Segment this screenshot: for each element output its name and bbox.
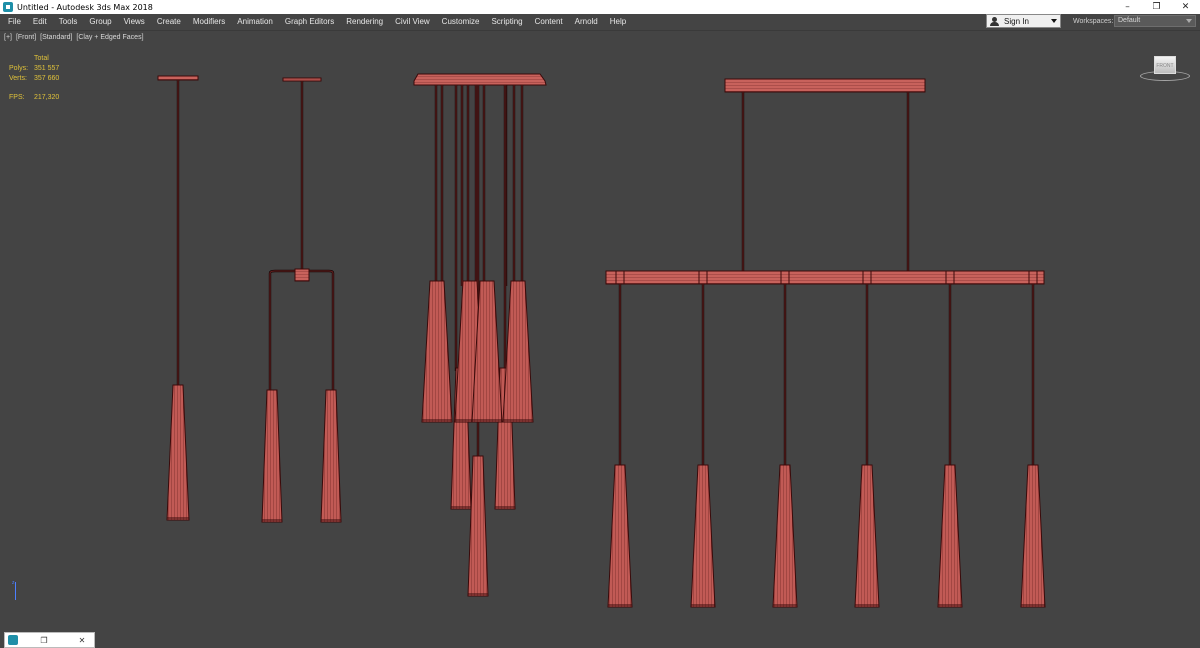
menu-item-civil-view[interactable]: Civil View (389, 14, 436, 29)
fork-arm-highlight (269, 270, 334, 391)
menu-item-create[interactable]: Create (151, 14, 187, 29)
lamp-shade (421, 280, 453, 423)
close-button[interactable]: ✕ (1171, 0, 1200, 14)
lamp-shade (502, 280, 534, 423)
menu-item-content[interactable]: Content (529, 14, 569, 29)
lamp-shade (467, 455, 489, 597)
viewcube-front-face[interactable]: FRONT (1154, 56, 1176, 74)
linear-bar (605, 270, 1045, 285)
title-bar: Untitled - Autodesk 3ds Max 2018 – ❐ ✕ (0, 0, 1200, 14)
canopy (413, 73, 547, 86)
viewcube[interactable]: FRONT (1140, 51, 1190, 83)
menu-item-scripting[interactable]: Scripting (485, 14, 528, 29)
lamp-shade (166, 384, 190, 521)
menu-item-edit[interactable]: Edit (27, 14, 53, 29)
axis-tripod: z (9, 580, 23, 602)
app-logo-icon (3, 2, 13, 12)
restore-button[interactable]: ❐ (32, 636, 56, 645)
lamp-shade (854, 464, 880, 608)
menu-item-file[interactable]: File (2, 14, 27, 29)
workspace-value: Default (1118, 17, 1141, 24)
chevron-down-icon (1051, 19, 1057, 23)
lamp-shade (261, 389, 283, 523)
scene-geometry (157, 73, 1046, 608)
lamp-shade (320, 389, 342, 523)
menu-item-tools[interactable]: Tools (53, 14, 84, 29)
menu-item-rendering[interactable]: Rendering (340, 14, 389, 29)
minimized-panel[interactable]: ❐ ✕ (4, 632, 95, 648)
window-controls: – ❐ ✕ (1113, 0, 1200, 14)
app-logo-icon (8, 635, 18, 645)
chevron-down-icon (1186, 19, 1192, 23)
sign-in-dropdown[interactable]: Sign In (986, 14, 1061, 28)
menu-item-arnold[interactable]: Arnold (569, 14, 604, 29)
menu-item-graph-editors[interactable]: Graph Editors (279, 14, 340, 29)
menu-item-group[interactable]: Group (83, 14, 117, 29)
lamp-shade (607, 464, 633, 608)
canopy (282, 77, 322, 82)
restore-button[interactable]: ❐ (1142, 0, 1171, 14)
minimize-button[interactable]: – (1113, 0, 1142, 14)
menu-item-help[interactable]: Help (604, 14, 632, 29)
menu-item-views[interactable]: Views (118, 14, 151, 29)
menu-item-customize[interactable]: Customize (436, 14, 486, 29)
z-axis-line (15, 582, 16, 600)
menu-item-animation[interactable]: Animation (231, 14, 279, 29)
menu-item-modifiers[interactable]: Modifiers (187, 14, 231, 29)
workspace-select[interactable]: Default (1114, 15, 1196, 27)
window-title: Untitled - Autodesk 3ds Max 2018 (17, 2, 153, 12)
canopy (157, 75, 199, 81)
front-viewport[interactable]: [+] [Front] [Standard] [Clay + Edged Fac… (0, 30, 1200, 648)
close-button[interactable]: ✕ (70, 636, 94, 645)
fork-joint (294, 268, 310, 282)
lamp-shade (1020, 464, 1046, 608)
viewcube-face-label: FRONT (1156, 63, 1174, 69)
z-axis-label: z (12, 580, 15, 586)
fork-arm (268, 269, 335, 391)
lamp-shade (690, 464, 716, 608)
lamp-shade (772, 464, 798, 608)
user-icon (990, 16, 999, 26)
lamp-shade (937, 464, 963, 608)
canopy-bar (724, 78, 926, 93)
sign-in-label: Sign In (1004, 16, 1029, 26)
workspaces-label: Workspaces: (1073, 18, 1114, 25)
menu-items: File Edit Tools Group Views Create Modifiers An… (0, 14, 632, 29)
